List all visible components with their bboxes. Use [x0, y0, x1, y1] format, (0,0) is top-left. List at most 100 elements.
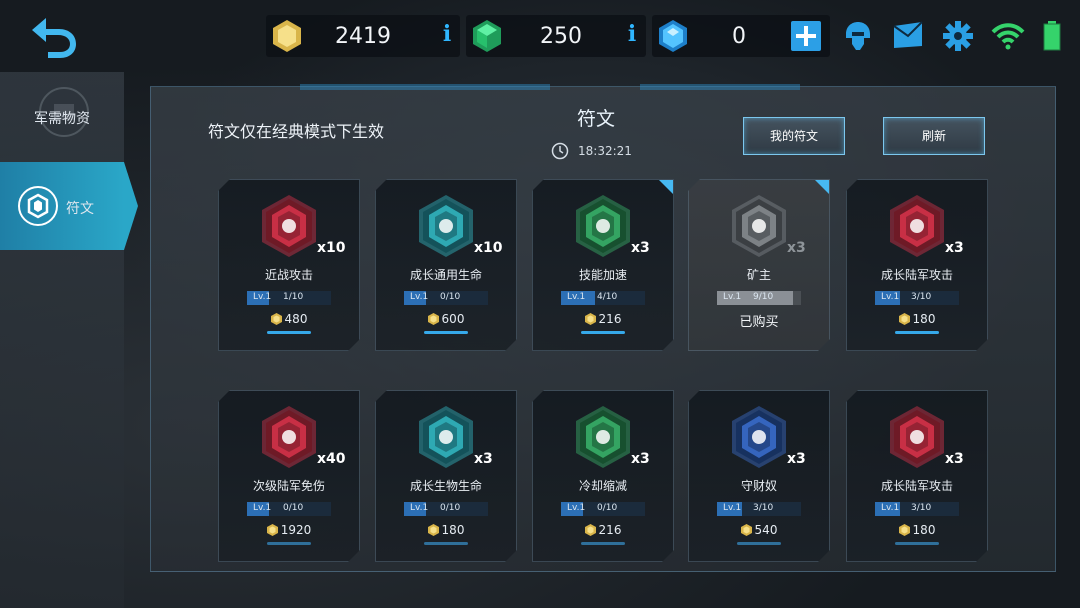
new-corner-flag: [815, 180, 829, 194]
new-corner-flag: [659, 180, 673, 194]
rune-price[interactable]: 540: [689, 523, 829, 537]
runes-tab-icon: [18, 186, 58, 226]
level-progress-bar: Lv.1 1/10: [247, 291, 331, 305]
rune-progress: 9/10: [753, 292, 774, 302]
rune-price[interactable]: 180: [376, 523, 516, 537]
rune-count: x3: [787, 240, 806, 256]
add-currency-button[interactable]: [791, 21, 821, 51]
level-progress-bar: Lv.1 0/10: [247, 502, 331, 516]
gold-hex-icon: [899, 313, 910, 325]
rune-count: x3: [945, 451, 964, 467]
rune-price-value: 180: [912, 523, 936, 537]
rune-progress: 3/10: [911, 503, 932, 513]
rune-progress: 1/10: [283, 292, 304, 302]
rune-price-value: 180: [441, 523, 465, 537]
rune-level: Lv.1: [723, 503, 742, 513]
tab-supplies[interactable]: 军需物资: [0, 72, 124, 160]
army-attack-icon: [888, 405, 946, 469]
level-progress-bar: Lv.1 3/10: [717, 502, 801, 516]
rune-card[interactable]: x3 守财奴 Lv.1 3/10 540: [688, 390, 830, 562]
gold-hex-icon: [428, 524, 439, 536]
rune-price-value: 180: [912, 312, 936, 326]
rune-price[interactable]: 600: [376, 312, 516, 326]
rune-level: Lv.1: [410, 292, 429, 302]
rune-price-value: 480: [284, 312, 308, 326]
rune-price[interactable]: 216: [533, 523, 673, 537]
rune-count: x40: [317, 451, 346, 467]
gold-hex-icon: [899, 524, 910, 536]
rune-card[interactable]: x3 成长生物生命 Lv.1 0/10 180: [375, 390, 517, 562]
sword-icon: [260, 194, 318, 258]
gold-hex-icon: [428, 313, 439, 325]
rune-count: x10: [317, 240, 346, 256]
skill-face-icon: [574, 194, 632, 258]
money-bag-icon: [730, 405, 788, 469]
clock-icon: [551, 142, 569, 160]
rune-level: Lv.1: [723, 292, 742, 302]
tab-runes[interactable]: 符文: [0, 162, 124, 250]
green-gem-icon: [473, 20, 501, 52]
rune-price-value: 600: [441, 312, 465, 326]
level-progress-bar: Lv.1 3/10: [875, 291, 959, 305]
rune-price-value: 216: [598, 523, 622, 537]
gear-icon[interactable]: [940, 18, 976, 54]
rune-card[interactable]: x10 成长通用生命 Lv.1 0/10 600: [375, 179, 517, 351]
rune-price-value: 540: [754, 523, 778, 537]
panel-header-line: [640, 84, 800, 90]
rune-card[interactable]: x3 冷却缩减 Lv.1 0/10 216: [532, 390, 674, 562]
rune-progress: 0/10: [597, 503, 618, 513]
refresh-button[interactable]: 刷新: [883, 117, 985, 155]
mail-icon[interactable]: [890, 18, 926, 54]
rune-price[interactable]: 480: [219, 312, 359, 326]
active-tab-pointer: [124, 162, 138, 250]
rune-name: 成长生物生命: [409, 479, 482, 493]
hourglass-icon: [574, 405, 632, 469]
buy-indicator: [895, 331, 939, 334]
creature-growth-icon: [417, 405, 475, 469]
gold-info-button[interactable]: i: [436, 21, 458, 51]
green-info-button[interactable]: i: [621, 21, 643, 51]
buy-indicator: [424, 331, 468, 334]
buy-indicator: [267, 542, 311, 545]
rune-count: x3: [787, 451, 806, 467]
gold-hex-icon: [585, 524, 596, 536]
rune-name: 次级陆军免伤: [252, 479, 325, 493]
back-arrow-icon[interactable]: [26, 12, 80, 58]
green-currency: 250 i: [466, 15, 646, 57]
rune-card[interactable]: x10 近战攻击 Lv.1 1/10 480: [218, 179, 360, 351]
rune-price[interactable]: 180: [847, 312, 987, 326]
rune-price[interactable]: 216: [533, 312, 673, 326]
wifi-icon: [991, 23, 1025, 50]
rune-card[interactable]: x3 技能加速 Lv.1 4/10 216: [532, 179, 674, 351]
buy-indicator: [895, 542, 939, 545]
buy-indicator: [424, 542, 468, 545]
rune-count: x3: [631, 240, 650, 256]
mode-notice: 符文仅在经典模式下生效: [208, 122, 385, 141]
blue-amount: 0: [732, 24, 746, 49]
purchased-status: 已购买: [739, 315, 779, 330]
buy-indicator: [267, 331, 311, 334]
army-shield-icon: [260, 405, 318, 469]
rune-level: Lv.1: [410, 503, 429, 513]
rune-name: 近战攻击: [264, 268, 313, 282]
rune-name: 矿主: [746, 268, 771, 282]
rune-price[interactable]: 1920: [219, 523, 359, 537]
rune-card[interactable]: x40 次级陆军免伤 Lv.1 0/10 1920: [218, 390, 360, 562]
rune-count: x3: [474, 451, 493, 467]
runes-tab-label: 符文: [66, 201, 94, 217]
rune-card[interactable]: x3 矿主 Lv.1 9/10 已购买: [688, 179, 830, 351]
miner-icon: [730, 194, 788, 258]
side-nav: 军需物资 符文: [0, 72, 124, 608]
rune-name: 成长陆军攻击: [880, 268, 953, 282]
rune-name: 成长陆军攻击: [880, 479, 953, 493]
rune-card[interactable]: x3 成长陆军攻击 Lv.1 3/10 180: [846, 179, 988, 351]
rune-price[interactable]: 180: [847, 523, 987, 537]
rune-card[interactable]: x3 成长陆军攻击 Lv.1 3/10 180: [846, 390, 988, 562]
helmet-icon[interactable]: [840, 18, 876, 54]
rune-count: x3: [631, 451, 650, 467]
panel-header-line: [300, 84, 550, 90]
rune-level: Lv.1: [881, 503, 900, 513]
level-progress-bar: Lv.1 9/10: [717, 291, 801, 305]
rune-progress: 4/10: [597, 292, 618, 302]
my-runes-button[interactable]: 我的符文: [743, 117, 845, 155]
